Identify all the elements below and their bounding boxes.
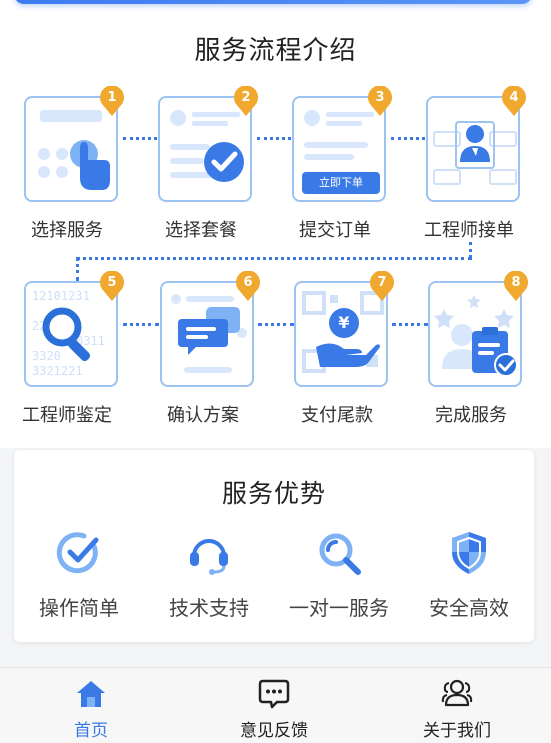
process-step-1[interactable]: 1 选择服务	[7, 86, 127, 256]
home-icon	[77, 681, 105, 707]
place-order-button-graphic: 立即下单	[319, 176, 363, 189]
shield-icon	[452, 532, 486, 574]
step-number-badge: 2	[233, 86, 259, 116]
step-number-badge: 5	[99, 271, 125, 301]
advantages-card: 服务优势 操作简单 技术支持 一对一服务 安全高效	[14, 450, 534, 642]
process-step-8[interactable]: 8 完成服务	[411, 271, 531, 441]
advantage-item[interactable]: 技术支持	[144, 528, 274, 621]
advantage-item[interactable]: 操作简单	[14, 528, 144, 621]
yuan-symbol: ¥	[338, 313, 350, 332]
step-number-badge: 3	[367, 86, 393, 116]
process-step-4[interactable]: 4 工程师接单	[409, 86, 529, 256]
process-step-7[interactable]: ¥ 7 支付尾款	[277, 271, 397, 441]
step-label: 确认方案	[167, 405, 239, 426]
advantages-title: 服务优势	[221, 479, 326, 508]
advantage-label: 技术支持	[169, 596, 249, 620]
advantage-label: 操作简单	[39, 596, 119, 620]
feedback-icon	[258, 679, 290, 709]
step-label: 完成服务	[435, 405, 507, 426]
step-label: 提交订单	[299, 220, 371, 241]
step-label: 选择服务	[31, 220, 103, 241]
tab-home[interactable]: 首页	[31, 676, 151, 741]
process-step-2[interactable]: 2 选择套餐	[141, 86, 261, 256]
advantage-item[interactable]: 一对一服务	[274, 528, 404, 621]
connector-4-5	[76, 257, 472, 260]
step-number-badge: 1	[99, 86, 125, 116]
tab-label: 意见反馈	[240, 721, 308, 741]
step-number-badge: 7	[369, 271, 395, 301]
process-step-5[interactable]: 12101231 22 0311 3320 3321221 5 工程师鉴定	[7, 271, 127, 441]
advantage-label: 安全高效	[429, 596, 509, 620]
process-step-6[interactable]: 6 确认方案	[143, 271, 263, 441]
step-label: 支付尾款	[301, 405, 373, 426]
step-number-badge: 6	[235, 271, 261, 301]
headset-icon	[190, 539, 228, 575]
process-title: 服务流程介绍	[194, 36, 357, 66]
step-label: 选择套餐	[165, 220, 237, 241]
bottom-tab-bar: 首页 意见反馈 关于我们	[0, 667, 551, 743]
step-number-badge: 4	[501, 86, 527, 116]
connector-5-down	[76, 257, 79, 281]
step-label: 工程师鉴定	[22, 405, 112, 426]
tab-feedback[interactable]: 意见反馈	[214, 676, 334, 741]
users-icon	[441, 679, 473, 707]
tab-label: 首页	[74, 721, 108, 741]
advantage-label: 一对一服务	[289, 596, 389, 620]
process-step-3[interactable]: 立即下单 3 提交订单	[275, 86, 395, 256]
tab-about-us[interactable]: 关于我们	[397, 676, 517, 741]
step-label: 工程师接单	[424, 220, 514, 241]
search-service-icon	[319, 533, 361, 575]
advantage-item[interactable]: 安全高效	[404, 528, 534, 621]
tab-label: 关于我们	[423, 721, 491, 741]
check-circle-icon	[56, 532, 99, 574]
step-number-badge: 8	[503, 271, 529, 301]
header-bar	[14, 0, 532, 4]
